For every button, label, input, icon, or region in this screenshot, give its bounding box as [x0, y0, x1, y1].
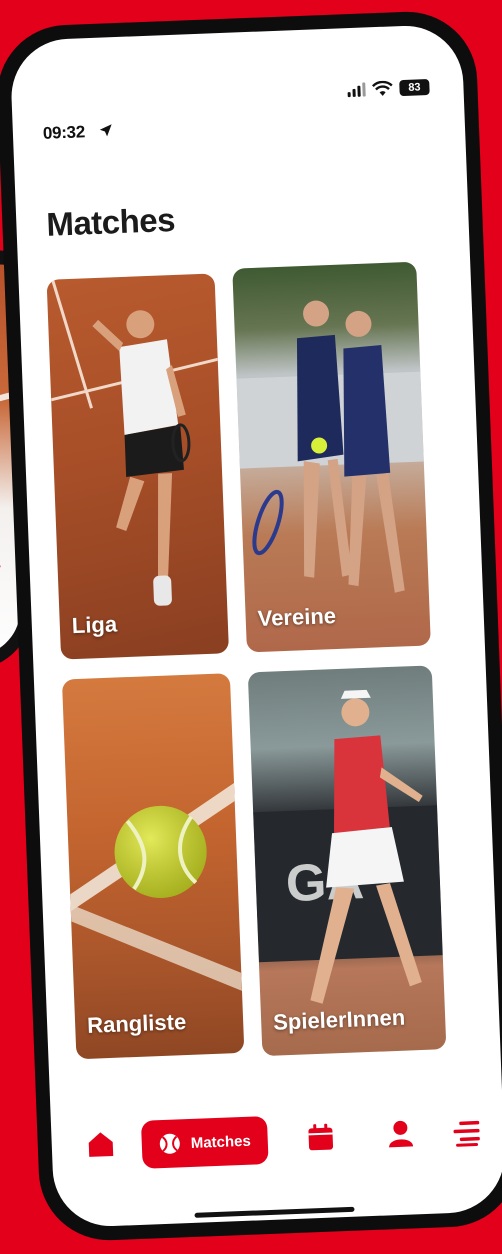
tennis-ball-icon: [159, 1133, 180, 1154]
tab-profile[interactable]: [385, 1116, 416, 1151]
red-mark: [0, 564, 1, 568]
doubles-players-image: [236, 300, 424, 593]
tab-menu[interactable]: [449, 1116, 484, 1151]
tile-spielerinnen[interactable]: GA SpielerInnen: [247, 665, 447, 1057]
tile-rangliste[interactable]: Rangliste: [61, 673, 245, 1060]
user-icon: [389, 1120, 414, 1148]
cellular-signal-icon: [347, 82, 366, 98]
tab-home[interactable]: [85, 1126, 116, 1163]
status-icons: 83: [347, 79, 430, 98]
tennis-player-image: [50, 279, 219, 606]
tab-matches[interactable]: Matches: [140, 1116, 269, 1169]
tab-matches-label: Matches: [190, 1132, 252, 1152]
app-screen: 09:32 83 Matches Liga Vereine Rangliste …: [9, 23, 502, 1229]
phone-frame: 09:32 83 Matches Liga Vereine Rangliste …: [0, 9, 502, 1243]
page-title: Matches: [45, 200, 176, 243]
tennis-ball-on-clay-image: [70, 783, 242, 991]
tile-label-rangliste: Rangliste: [86, 1009, 187, 1038]
tile-liga[interactable]: Liga: [46, 273, 230, 660]
battery-indicator: 83: [399, 79, 430, 97]
tile-label-vereine: Vereine: [257, 603, 337, 631]
tile-vereine[interactable]: Vereine: [232, 261, 431, 653]
menu-icon: [453, 1120, 480, 1147]
tab-bar: Matches: [81, 1102, 485, 1177]
calendar-icon: [308, 1123, 334, 1151]
location-arrow-icon: [99, 124, 112, 137]
wifi-icon: [371, 80, 393, 96]
home-icon: [88, 1132, 114, 1157]
tile-label-liga: Liga: [71, 611, 118, 639]
home-indicator[interactable]: [194, 1206, 355, 1218]
tab-calendar[interactable]: [305, 1119, 336, 1154]
tile-label-spielerinnen: SpielerInnen: [272, 1004, 406, 1035]
status-time: 09:32: [42, 122, 86, 143]
female-player-image: GA: [253, 689, 443, 1004]
